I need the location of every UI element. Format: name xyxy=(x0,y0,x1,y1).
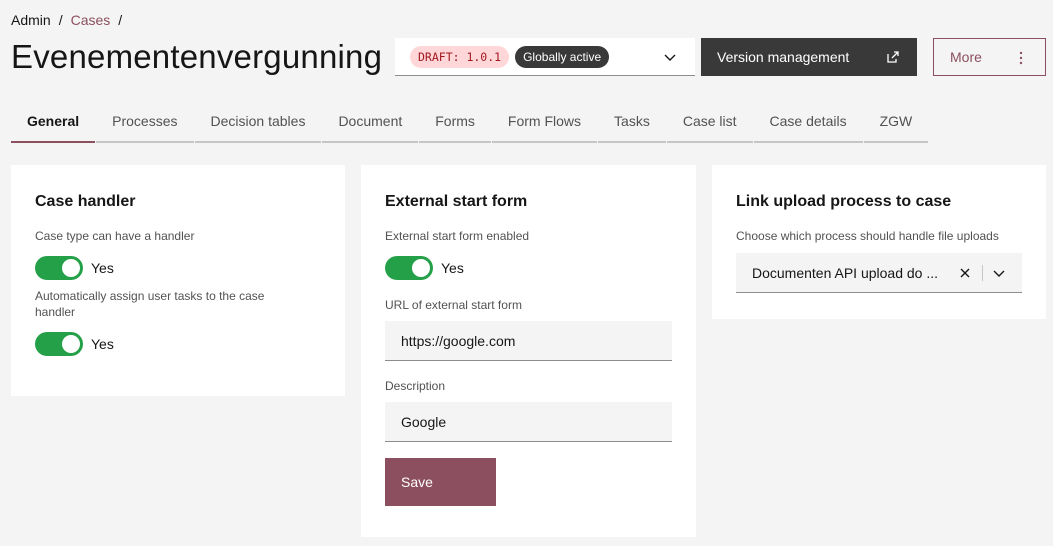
tab-processes[interactable]: Processes xyxy=(96,107,194,143)
save-button[interactable]: Save xyxy=(385,458,496,506)
url-field-label: URL of external start form xyxy=(385,298,522,312)
upload-process-combobox[interactable]: Documenten API upload do ... xyxy=(736,253,1022,293)
tab-case-list[interactable]: Case list xyxy=(666,107,753,143)
more-button[interactable]: More xyxy=(933,38,1046,76)
tab-forms[interactable]: Forms xyxy=(419,107,491,143)
tab-form-flows[interactable]: Form Flows xyxy=(491,107,598,143)
external-form-toggle-state: Yes xyxy=(441,260,464,276)
breadcrumb-admin[interactable]: Admin xyxy=(11,12,51,28)
external-form-toggle[interactable] xyxy=(385,256,433,280)
external-start-form-card: External start form External start form … xyxy=(361,165,696,537)
close-icon[interactable] xyxy=(958,266,972,280)
tab-case-details[interactable]: Case details xyxy=(753,107,863,143)
tab-tasks[interactable]: Tasks xyxy=(598,107,666,143)
description-field[interactable]: Google xyxy=(385,402,672,442)
handler-toggle-row: Yes xyxy=(35,256,321,280)
overflow-menu-icon xyxy=(1019,51,1023,65)
card-title: External start form xyxy=(385,193,528,210)
breadcrumb-separator: / xyxy=(58,12,63,28)
handler-toggle[interactable] xyxy=(35,256,83,280)
version-management-label: Version management xyxy=(717,49,850,65)
external-form-toggle-row: Yes xyxy=(385,256,672,280)
breadcrumb-cases-link[interactable]: Cases xyxy=(71,12,111,28)
tab-document[interactable]: Document xyxy=(322,107,419,143)
breadcrumb-separator: / xyxy=(118,12,123,28)
draft-version-tag: DRAFT: 1.0.1 xyxy=(410,45,510,68)
handler-toggle-label: Case type can have a handler xyxy=(35,229,195,243)
divider xyxy=(982,265,983,281)
url-field[interactable]: https://google.com xyxy=(385,321,672,361)
card-title: Link upload process to case xyxy=(736,193,952,210)
auto-assign-toggle-label: Automatically assign user tasks to the c… xyxy=(35,289,265,319)
upload-process-select-label: Choose which process should handle file … xyxy=(736,229,999,243)
version-select[interactable]: DRAFT: 1.0.1 Globally active xyxy=(395,38,695,76)
more-label: More xyxy=(950,49,982,65)
selected-process: Documenten API upload do ... xyxy=(752,264,939,281)
tab-general[interactable]: General xyxy=(11,107,96,143)
launch-icon xyxy=(887,51,899,63)
status-badge: Globally active xyxy=(515,45,610,68)
card-title: Case handler xyxy=(35,193,136,210)
description-field-label: Description xyxy=(385,379,446,393)
page-title: Evenementenvergunning xyxy=(11,38,383,75)
version-management-button[interactable]: Version management xyxy=(701,38,917,76)
auto-assign-toggle[interactable] xyxy=(35,332,83,356)
chevron-down-icon xyxy=(664,54,676,61)
handler-toggle-state: Yes xyxy=(91,260,114,276)
upload-process-card: Link upload process to case Choose which… xyxy=(712,165,1046,319)
auto-assign-toggle-row: Yes xyxy=(35,332,321,356)
case-handler-card: Case handler Case type can have a handle… xyxy=(11,165,345,396)
tab-decision-tables[interactable]: Decision tables xyxy=(194,107,322,143)
tab-zgw[interactable]: ZGW xyxy=(863,107,929,143)
tab-bar: General Processes Decision tables Docume… xyxy=(11,107,929,143)
breadcrumb: Admin / Cases / xyxy=(11,12,122,28)
auto-assign-toggle-state: Yes xyxy=(91,336,114,352)
external-form-toggle-label: External start form enabled xyxy=(385,229,530,243)
chevron-down-icon[interactable] xyxy=(992,266,1006,280)
